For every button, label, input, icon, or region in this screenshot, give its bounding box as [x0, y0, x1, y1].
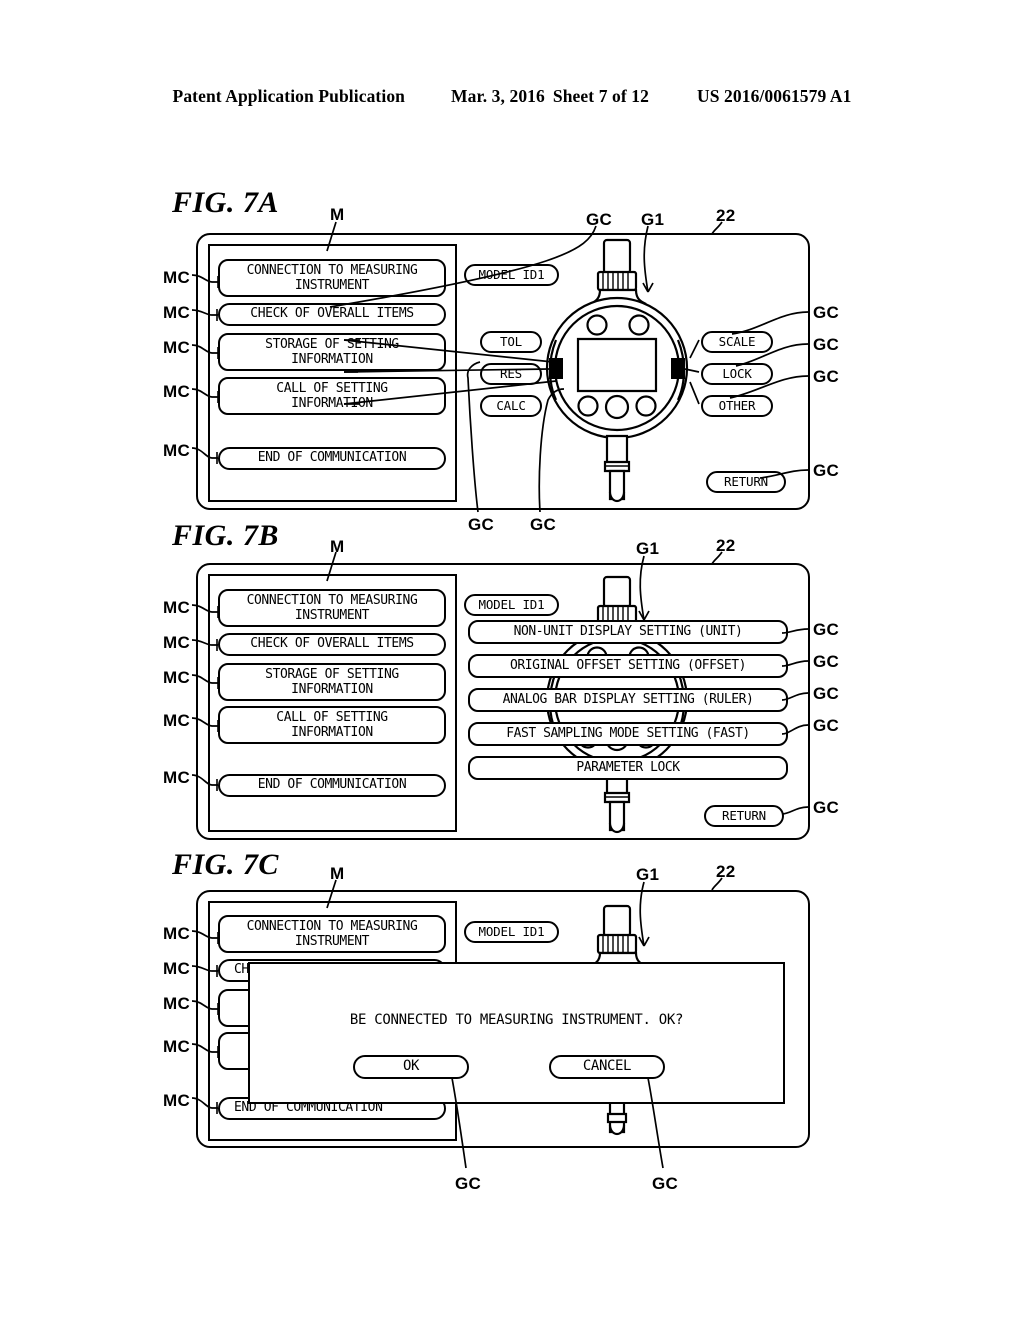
ref-gc-7a-calc: GC: [530, 515, 557, 534]
ref-gc-7b-unit: GC: [813, 620, 840, 639]
ref-gc-7a-scale: GC: [813, 303, 840, 322]
patent-header: Patent Application Publication Mar. 3, 2…: [0, 86, 1024, 107]
ref-mc-7c-5: MC: [163, 1091, 191, 1110]
control-button-lock[interactable]: LOCK: [701, 363, 773, 385]
ref-gc-7b-offset: GC: [813, 652, 840, 671]
ref-g1-7b: G1: [636, 539, 660, 558]
ref-mc-7a-1: MC: [163, 268, 191, 287]
patent-figure-page: Patent Application Publication Mar. 3, 2…: [0, 0, 1024, 1320]
menu-item-storage-7a[interactable]: STORAGE OF SETTING INFORMATION: [218, 333, 446, 371]
ref-mc-7b-5: MC: [163, 768, 191, 787]
ref-m-7c: M: [330, 864, 345, 883]
figure-label-7b: FIG. 7B: [172, 519, 279, 552]
ref-gc-7a-res: GC: [468, 515, 495, 534]
figure-label-7a: FIG. 7A: [172, 186, 279, 219]
menu-item-check-7b[interactable]: CHECK OF OVERALL ITEMS: [218, 633, 446, 656]
setting-option-fast[interactable]: FAST SAMPLING MODE SETTING (FAST): [468, 722, 788, 746]
menu-item-storage-7b[interactable]: STORAGE OF SETTING INFORMATION: [218, 663, 446, 701]
ref-mc-7b-3: MC: [163, 668, 191, 687]
ref-g1-7a: G1: [641, 210, 665, 229]
menu-item-connection-7b[interactable]: CONNECTION TO MEASURING INSTRUMENT: [218, 589, 446, 627]
ref-mc-7b-4: MC: [163, 711, 191, 730]
ref-gc-7c-ok: GC: [455, 1174, 482, 1193]
ref-mc-7a-4: MC: [163, 382, 191, 401]
ref-gc-7b-return: GC: [813, 798, 840, 817]
ref-m-7a: M: [330, 205, 345, 224]
ref-mc-7a-2: MC: [163, 303, 191, 322]
control-button-other[interactable]: OTHER: [701, 395, 773, 417]
figure-label-7c: FIG. 7C: [172, 848, 279, 881]
menu-item-connection-7a[interactable]: CONNECTION TO MEASURING INSTRUMENT: [218, 259, 446, 297]
setting-option-ruler[interactable]: ANALOG BAR DISPLAY SETTING (RULER): [468, 688, 788, 712]
setting-option-parameter-lock[interactable]: PARAMETER LOCK: [468, 756, 788, 780]
ref-mc-7a-3: MC: [163, 338, 191, 357]
menu-item-end-7b[interactable]: END OF COMMUNICATION: [218, 774, 446, 797]
setting-option-unit[interactable]: NON-UNIT DISPLAY SETTING (UNIT): [468, 620, 788, 644]
control-button-tol[interactable]: TOL: [480, 331, 542, 353]
ref-gc-7a-other: GC: [813, 367, 840, 386]
ref-gc-7c-cancel: GC: [652, 1174, 679, 1193]
menu-item-call-7b[interactable]: CALL OF SETTING INFORMATION: [218, 706, 446, 744]
ref-22-7b: 22: [716, 536, 736, 555]
control-button-calc[interactable]: CALC: [480, 395, 542, 417]
setting-option-offset[interactable]: ORIGINAL OFFSET SETTING (OFFSET): [468, 654, 788, 678]
dialog-ok-button[interactable]: OK: [353, 1055, 469, 1079]
ref-gc-7a-tol: GC: [586, 210, 613, 229]
dialog-cancel-button[interactable]: CANCEL: [549, 1055, 665, 1079]
publication-date: Mar. 3, 2016: [451, 86, 545, 106]
ref-mc-7c-1: MC: [163, 924, 191, 943]
menu-item-check-7a[interactable]: CHECK OF OVERALL ITEMS: [218, 303, 446, 326]
menu-item-connection-7c[interactable]: CONNECTION TO MEASURING INSTRUMENT: [218, 915, 446, 953]
dialog-message: BE CONNECTED TO MEASURING INSTRUMENT. OK…: [349, 1012, 684, 1028]
ref-22-7a: 22: [716, 206, 736, 225]
return-button-7a[interactable]: RETURN: [706, 471, 786, 493]
ref-gc-7a-return: GC: [813, 461, 840, 480]
return-button-7b[interactable]: RETURN: [704, 805, 784, 827]
menu-item-call-7a[interactable]: CALL OF SETTING INFORMATION: [218, 377, 446, 415]
ref-mc-7a-5: MC: [163, 441, 191, 460]
ref-mc-7c-3: MC: [163, 994, 191, 1013]
ref-g1-7c: G1: [636, 865, 660, 884]
publication-title: Patent Application Publication: [172, 86, 405, 106]
control-button-res[interactable]: RES: [480, 363, 542, 385]
ref-mc-7b-1: MC: [163, 598, 191, 617]
model-id-button-7a[interactable]: MODEL ID1: [464, 264, 559, 286]
control-button-scale[interactable]: SCALE: [701, 331, 773, 353]
model-id-button-7c[interactable]: MODEL ID1: [464, 921, 559, 943]
patent-number: US 2016/0061579 A1: [696, 86, 852, 106]
confirmation-dialog: BE CONNECTED TO MEASURING INSTRUMENT. OK…: [248, 962, 785, 1104]
ref-m-7b: M: [330, 537, 345, 556]
ref-mc-7b-2: MC: [163, 633, 191, 652]
ref-gc-7a-lock: GC: [813, 335, 840, 354]
ref-mc-7c-2: MC: [163, 959, 191, 978]
ref-22-7c: 22: [716, 862, 736, 881]
menu-item-end-7a[interactable]: END OF COMMUNICATION: [218, 447, 446, 470]
sheet-number: Sheet 7 of 12: [552, 86, 649, 106]
model-id-button-7b[interactable]: MODEL ID1: [464, 594, 559, 616]
ref-mc-7c-4: MC: [163, 1037, 191, 1056]
ref-gc-7b-fast: GC: [813, 716, 840, 735]
ref-gc-7b-ruler: GC: [813, 684, 840, 703]
